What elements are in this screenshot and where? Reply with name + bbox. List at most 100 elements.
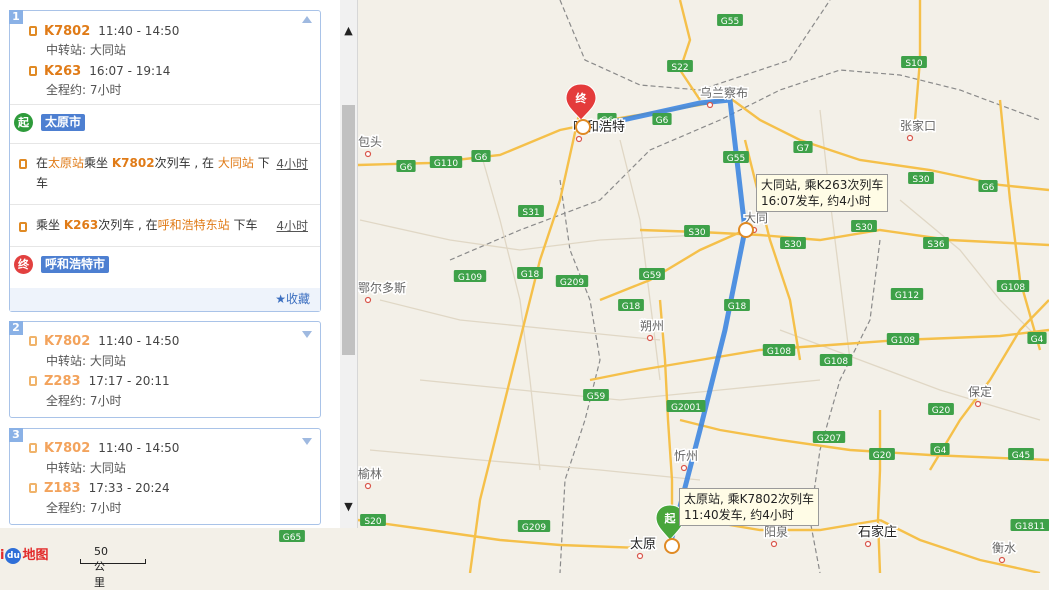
route-index: 1	[9, 10, 23, 24]
route-train1-row: K7802 11:40 - 14:50	[29, 332, 179, 350]
city-label-ordos: 鄂尔多斯	[358, 280, 406, 295]
route-card-3[interactable]: 3 K780211:40 - 14:50 中转站: 大同站 Z18317:33 …	[9, 428, 321, 525]
callout-datong-line1: 大同站, 乘K263次列车	[761, 177, 883, 193]
svg-text:G108: G108	[767, 347, 791, 357]
step1-train-icon	[19, 157, 34, 171]
svg-text:G6: G6	[656, 116, 669, 126]
expand-arrow-icon[interactable]	[302, 438, 312, 445]
transfer-text: 中转站: 大同站	[46, 41, 126, 59]
route-train2-row: K263 16:07 - 19:14	[29, 62, 170, 80]
expand-arrow-icon[interactable]	[302, 331, 312, 338]
highway-badge-g209b: G209	[518, 520, 550, 533]
highway-badge-s30c: S30	[780, 237, 806, 250]
callout-taiyuan-line2: 11:40发车, 约4小时	[684, 507, 814, 523]
svg-text:S30: S30	[912, 175, 929, 185]
collapse-arrow-icon[interactable]	[302, 16, 312, 23]
highway-badge-s30b: S30	[684, 225, 710, 238]
step1-duration-link[interactable]: 4小时	[276, 155, 308, 172]
city-label-ulanqab: 乌兰察布	[700, 85, 748, 100]
highway-badge-g55a: G55	[717, 14, 743, 27]
city-dot-ordos	[366, 298, 371, 303]
city-dot-zhangjiakou	[908, 136, 913, 141]
train-icon	[29, 336, 37, 346]
highway-badge-g20b: G20	[869, 448, 895, 461]
baidu-map-logo[interactable]: idu地图	[0, 545, 48, 567]
highway-badge-g108b: G108	[763, 344, 795, 357]
city-dot-yangquan	[772, 542, 777, 547]
start-place[interactable]: 太原市	[41, 114, 85, 131]
favorite-button[interactable]: ★收藏	[275, 289, 310, 309]
train-number: K263	[44, 64, 81, 79]
city-dot-taiyuan	[638, 554, 643, 559]
total-duration: 全程约: 7小时	[46, 81, 122, 99]
map-footer-bg	[0, 528, 357, 573]
svg-text:G209: G209	[560, 278, 584, 288]
train-icon	[29, 26, 37, 36]
favorite-label: 收藏	[286, 292, 310, 306]
svg-text:G108: G108	[824, 357, 848, 367]
scroll-thumb[interactable]	[342, 105, 355, 355]
city-label-shijiazhuang: 石家庄	[858, 524, 897, 540]
scroll-up-icon[interactable]: ▲	[340, 22, 357, 40]
train-number: K7802	[44, 334, 90, 349]
panel-scrollbar[interactable]: ▲ ▼	[340, 0, 357, 528]
end-station-icon	[576, 120, 590, 134]
svg-text:G55: G55	[721, 17, 739, 27]
route-card-2[interactable]: 2 K780211:40 - 14:50 中转站: 大同站 Z28317:17 …	[9, 321, 321, 418]
start-marker-label: 起	[664, 511, 677, 525]
train-time: 17:17 - 20:11	[89, 374, 170, 388]
train-number: K7802	[44, 24, 90, 39]
scale-label: 50 公里	[94, 545, 108, 590]
highway-badge-g4b: G4	[930, 443, 949, 456]
highway-badge-s30d: S30	[851, 220, 877, 233]
highway-badge-g55b: G55	[723, 151, 749, 164]
route-train1-row: K7802 11:40 - 14:50	[29, 22, 179, 40]
city-label-yangquan: 阳泉	[764, 525, 788, 539]
svg-text:G55: G55	[727, 154, 745, 164]
svg-text:G20: G20	[873, 451, 892, 461]
end-place[interactable]: 呼和浩特市	[41, 256, 109, 273]
highway-badge-g59b: G59	[583, 389, 609, 402]
svg-text:G109: G109	[458, 273, 482, 283]
svg-text:G59: G59	[587, 392, 606, 402]
transfer-station-icon[interactable]	[739, 223, 753, 237]
highway-badge-g18c: G18	[724, 299, 750, 312]
highway-badge-g2001: G2001	[667, 400, 706, 413]
train-time: 11:40 - 14:50	[98, 334, 179, 348]
train-time: 16:07 - 19:14	[89, 64, 170, 78]
route-index: 3	[9, 428, 23, 442]
svg-text:G2001: G2001	[671, 403, 701, 413]
city-label-zhangjiakou: 张家口	[900, 118, 936, 133]
svg-text:S30: S30	[688, 228, 705, 238]
highway-badge-g110: G110	[430, 156, 462, 169]
scroll-down-icon[interactable]: ▼	[340, 498, 357, 516]
callout-taiyuan-line1: 太原站, 乘K7802次列车	[684, 491, 814, 507]
highway-badge-g1811: G1811	[1011, 519, 1049, 532]
city-label-hengshui: 衡水	[992, 541, 1016, 555]
city-label-taiyuan: 太原	[630, 537, 656, 552]
highway-badge-g209a: G209	[556, 275, 588, 288]
divider	[10, 246, 320, 247]
svg-text:S10: S10	[905, 59, 922, 69]
train-number: K7802	[44, 441, 90, 456]
highway-badge-g4a: G4	[1027, 332, 1046, 345]
train-time: 11:40 - 14:50	[98, 24, 179, 38]
svg-text:G6: G6	[400, 163, 413, 173]
route-card-1[interactable]: 1 K7802 11:40 - 14:50 中转站: 大同站 K263 16:07 …	[9, 10, 321, 312]
svg-text:G1811: G1811	[1015, 522, 1045, 532]
highway-badge-s36: S36	[923, 237, 949, 250]
route-train2-row: Z18317:33 - 20:24	[29, 479, 170, 497]
step2-duration-link[interactable]: 4小时	[276, 217, 308, 234]
highway-badge-g108d: G108	[887, 333, 919, 346]
city-label-yulin: 榆林	[358, 466, 382, 481]
city-dot-yulin	[366, 484, 371, 489]
svg-text:G20: G20	[932, 406, 951, 416]
city-dot-shijiazhuang	[866, 542, 871, 547]
train-number: Z283	[44, 374, 81, 389]
callout-datong: 大同站, 乘K263次列车 16:07发车, 约4小时	[756, 174, 888, 212]
svg-text:G110: G110	[434, 159, 458, 169]
svg-text:G18: G18	[728, 302, 747, 312]
divider	[10, 104, 320, 105]
city-label-baoding: 保定	[968, 384, 992, 399]
baidu-paw-icon: du	[5, 548, 21, 564]
